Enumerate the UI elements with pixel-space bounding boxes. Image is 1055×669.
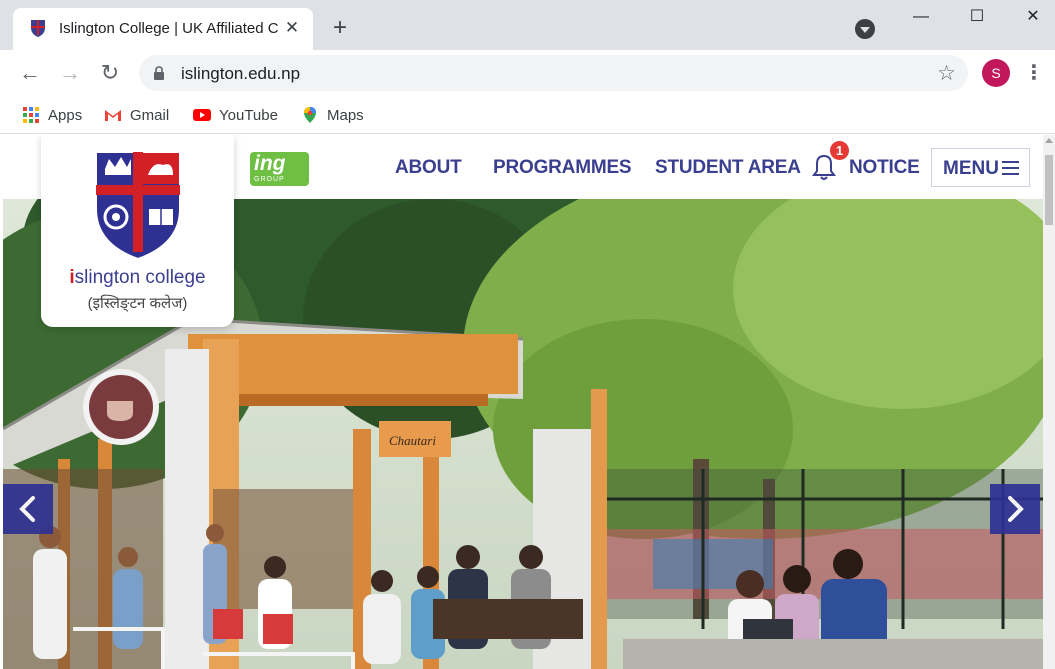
- maximize-button[interactable]: ☐: [954, 4, 1000, 30]
- lock-icon[interactable]: [153, 66, 165, 80]
- browser-toolbar: ← → ↻ islington.edu.np ☆ S ⋮: [0, 50, 1055, 96]
- address-bar[interactable]: islington.edu.np ☆: [139, 55, 968, 91]
- new-tab-button[interactable]: +: [326, 14, 354, 42]
- gmail-icon: [105, 110, 121, 121]
- chevron-left-icon: [19, 496, 35, 522]
- minimize-button[interactable]: —: [898, 4, 944, 30]
- slider-next-button[interactable]: [990, 484, 1040, 534]
- tab-strip: Islington College | UK Affiliated C ✕ + …: [0, 0, 1055, 50]
- maps-pin-icon: [304, 107, 316, 123]
- bookmark-apps[interactable]: Apps: [22, 104, 82, 126]
- bookmark-star-icon[interactable]: ☆: [937, 61, 956, 86]
- hamburger-icon: [1002, 161, 1019, 175]
- bookmark-label: YouTube: [219, 106, 278, 124]
- nav-student-area-link[interactable]: STUDENT AREA: [655, 157, 801, 179]
- scroll-up-icon[interactable]: [1045, 138, 1053, 143]
- slider-prev-button[interactable]: [3, 484, 53, 534]
- ing-logo-sub: GROUP: [254, 176, 285, 183]
- bookmarks-bar: Apps Gmail YouTube Maps: [0, 96, 1055, 134]
- notice-count-badge: 1: [830, 141, 849, 160]
- cafe-sign-text: Chautari: [389, 433, 436, 448]
- bookmark-label: Maps: [327, 106, 364, 124]
- college-crest-icon: [95, 151, 181, 261]
- bookmark-label: Apps: [48, 106, 83, 124]
- tab-search-icon[interactable]: [855, 19, 875, 39]
- tab-close-icon[interactable]: ✕: [281, 17, 303, 39]
- back-button[interactable]: ←: [15, 58, 45, 88]
- close-window-button[interactable]: ✕: [1010, 4, 1055, 30]
- forward-button[interactable]: →: [55, 58, 85, 88]
- reload-button[interactable]: ↻: [95, 58, 125, 88]
- islington-favicon-icon: [31, 20, 45, 37]
- url-text[interactable]: islington.edu.np: [181, 64, 300, 84]
- nav-programmes-link[interactable]: PROGRAMMES: [493, 157, 632, 179]
- ing-logo-text: ing: [254, 152, 286, 175]
- menu-button[interactable]: MENU: [931, 148, 1030, 187]
- page-scrollbar[interactable]: [1043, 135, 1055, 669]
- web-page: Chautari ing GROUP ABOUT PROGRAMMES STUD…: [0, 135, 1043, 669]
- ing-group-logo[interactable]: ing GROUP: [250, 152, 309, 186]
- browser-menu-icon[interactable]: ⋮: [1024, 60, 1044, 86]
- profile-avatar[interactable]: S: [982, 59, 1010, 87]
- bookmark-maps[interactable]: Maps: [301, 104, 364, 126]
- bookmark-gmail[interactable]: Gmail: [104, 104, 169, 126]
- menu-label: MENU: [943, 158, 999, 179]
- college-name: islington college: [69, 267, 206, 288]
- college-name-nepali: (इस्लिङ्टन कलेज): [87, 295, 188, 312]
- browser-tab-active[interactable]: Islington College | UK Affiliated C ✕: [13, 8, 313, 50]
- bookmark-label: Gmail: [130, 106, 170, 124]
- nav-about-link[interactable]: ABOUT: [395, 157, 462, 179]
- chevron-right-icon: [1008, 496, 1024, 522]
- youtube-icon: [193, 109, 211, 121]
- college-logo[interactable]: islington college (इस्लिङ्टन कलेज): [41, 135, 234, 327]
- tab-title: Islington College | UK Affiliated C: [59, 20, 279, 37]
- bookmark-youtube[interactable]: YouTube: [193, 104, 278, 126]
- apps-grid-icon: [23, 107, 39, 123]
- scrollbar-thumb[interactable]: [1045, 155, 1053, 225]
- nav-notice-link[interactable]: NOTICE: [849, 157, 920, 179]
